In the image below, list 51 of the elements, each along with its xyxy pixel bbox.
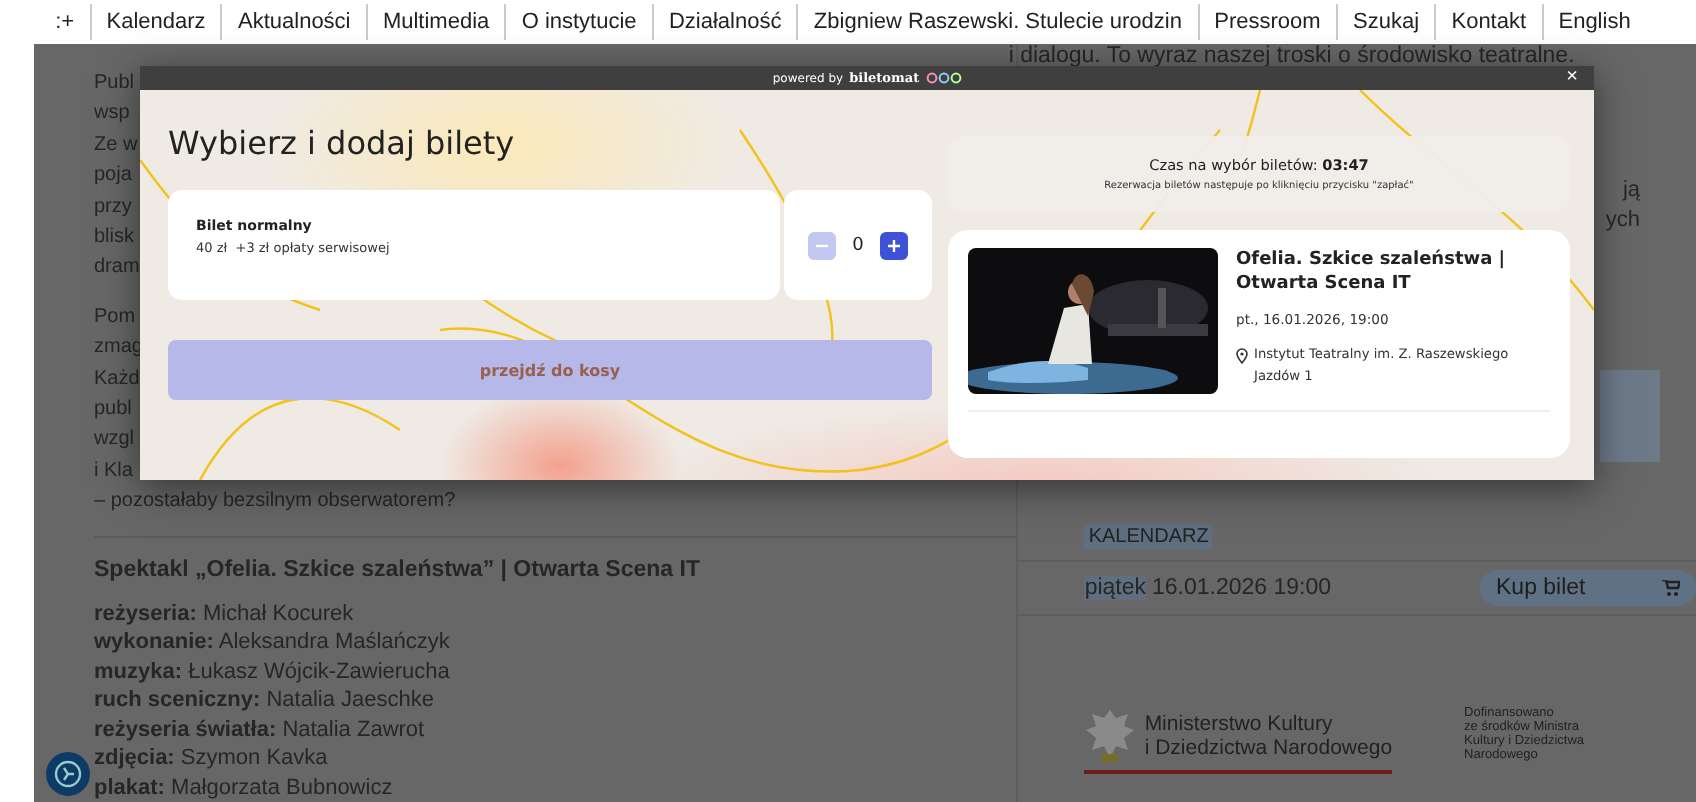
- nav-link[interactable]: Zbigniew Raszewski. Stulecie urodzin: [796, 4, 1198, 40]
- credit-line: plakat: Małgorzata Bubnowicz: [94, 773, 395, 802]
- credit-line: muzyka: Łukasz Wójcik-Zawierucha: [94, 657, 452, 687]
- nav-link[interactable]: Aktualności: [220, 4, 366, 40]
- sidebar-banner: [1600, 369, 1660, 462]
- ministry-name: Ministerstwo Kultury: [1144, 711, 1335, 736]
- article-text: wsp: [94, 100, 130, 129]
- article-text: wzgl: [94, 426, 135, 455]
- credit-line: reżyseria: Michał Kocurek: [94, 599, 356, 629]
- menu-link[interactable]: :+: [40, 4, 90, 40]
- sidebar-text: ją: [1622, 176, 1640, 206]
- article-text: Pom: [94, 303, 136, 332]
- quantity-value: 0: [852, 235, 864, 255]
- article-text: przy: [94, 193, 132, 222]
- article-text: publ: [94, 396, 132, 425]
- nav-link[interactable]: O instytucie: [504, 4, 652, 40]
- article-text: poja: [94, 162, 132, 191]
- credit-line: reżyseria światła: Natalia Zawrot: [94, 715, 427, 745]
- close-button[interactable]: ×: [1566, 66, 1578, 90]
- sidebar-text: ych: [1605, 206, 1640, 237]
- article-text: – pozostałaby bezsilnym obserwatorem?: [94, 488, 456, 517]
- credit-line: wykonanie: Aleksandra Maślańczyk: [94, 628, 452, 658]
- article-text: i Kla: [94, 457, 133, 486]
- dialog-title: Wybierz i dodaj bilety: [168, 124, 517, 162]
- ministry-name: i Dziedzictwa Narodowego: [1144, 735, 1393, 760]
- minus-icon: [816, 239, 829, 251]
- event-day: piątek: [1084, 575, 1146, 600]
- brand-logo-icon: [925, 72, 962, 84]
- credit-line: ruch sceniczny: Natalia Jaeschke: [94, 686, 436, 716]
- article-text: Ze w: [94, 131, 138, 160]
- nav-link[interactable]: Działalność: [651, 4, 797, 40]
- nav-link[interactable]: Kalendarz: [89, 4, 221, 40]
- cart-icon: [1662, 579, 1680, 596]
- category-tag: KALENDARZ: [1084, 523, 1213, 550]
- event-title: Ofelia. Szkice szaleństwa | Otwarta Scena IT: [1236, 250, 1508, 296]
- event-datetime: 16.01.2026 19:00: [1152, 575, 1334, 600]
- article-text: blisk: [94, 224, 135, 253]
- article-text: Każd: [94, 365, 140, 394]
- plus-icon: [887, 239, 900, 251]
- nav-link[interactable]: English: [1541, 4, 1646, 40]
- nav-link[interactable]: Szukaj: [1335, 4, 1435, 40]
- increase-button[interactable]: [879, 231, 908, 259]
- nav-link[interactable]: Kontakt: [1434, 4, 1542, 40]
- sidebar-text: i dialogu. To wyraz naszej troski o środowisko teatralne.: [1008, 44, 1577, 68]
- article-text: Publ: [94, 70, 135, 98]
- nav-link[interactable]: Multimedia: [365, 4, 505, 40]
- performance-heading: Spektakl „Ofelia. Szkice szaleństwa” | Otwarta Scena IT: [94, 557, 702, 582]
- article-text: dram: [94, 254, 140, 283]
- nav-link[interactable]: Pressroom: [1197, 4, 1336, 40]
- location-pin-icon: [1236, 348, 1248, 364]
- credit-line: zdjęcia: Szymon Kavka: [94, 744, 330, 774]
